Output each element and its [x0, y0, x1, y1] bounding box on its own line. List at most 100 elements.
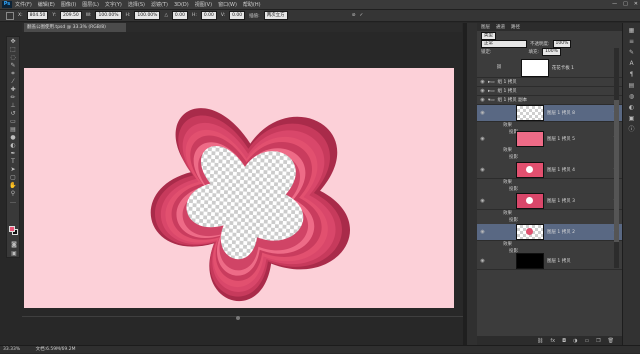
document-tab[interactable]: 翻盖公图使用.tpsd @ 33.3% (RGB/8): [24, 23, 126, 32]
lasso-tool-icon[interactable]: ◌: [8, 54, 18, 61]
layer-group-row[interactable]: ◉ ▸▭ 组 1 拷贝: [477, 87, 622, 96]
blend-mode-select[interactable]: 正常: [481, 40, 527, 48]
reference-point-icon[interactable]: [6, 11, 14, 20]
visibility-eye-icon[interactable]: ◉: [480, 97, 485, 103]
visibility-eye-icon[interactable]: ◉: [480, 110, 485, 116]
layer-row-selected[interactable]: ◉ 图层 1 拷贝 2 fx: [477, 224, 622, 241]
edit-toolbar-icon[interactable]: …: [8, 198, 18, 205]
fx-icon[interactable]: fx: [550, 338, 555, 344]
scrollbar-thumb[interactable]: [236, 316, 240, 320]
brush-tool-icon[interactable]: ✏: [8, 94, 18, 101]
cancel-transform-icon[interactable]: ⊘: [352, 13, 356, 18]
stamp-tool-icon[interactable]: ⊥: [8, 102, 18, 109]
healing-tool-icon[interactable]: ✚: [8, 86, 18, 93]
h-skew-field[interactable]: 0.00: [200, 11, 217, 20]
visibility-eye-icon[interactable]: ◉: [480, 229, 485, 235]
interpolation-select[interactable]: 两次立方: [263, 11, 288, 20]
dodge-tool-icon[interactable]: ◐: [8, 142, 18, 149]
drop-shadow-effect[interactable]: 投影: [477, 217, 622, 224]
tab-layers[interactable]: 图层: [481, 24, 490, 30]
horizontal-scrollbar[interactable]: [22, 316, 470, 317]
close-button[interactable]: ✕: [634, 1, 638, 7]
y-field[interactable]: 209.50: [60, 11, 82, 20]
v-skew-field[interactable]: 0.00: [229, 11, 246, 20]
screen-mode-icon[interactable]: ▣: [9, 250, 19, 257]
tab-channels[interactable]: 通道: [496, 24, 505, 30]
visibility-eye-icon[interactable]: ◉: [480, 136, 485, 142]
menu-type[interactable]: 文字(Y): [105, 1, 122, 8]
layer-row[interactable]: ◉ 图层 1 拷贝: [477, 253, 622, 270]
paragraph-icon[interactable]: ¶: [628, 71, 636, 78]
zoom-level[interactable]: 33.33%: [3, 347, 20, 352]
move-tool-icon[interactable]: ✥: [8, 38, 18, 45]
blur-tool-icon[interactable]: ●: [8, 134, 18, 141]
width-field[interactable]: 100.00%: [95, 11, 122, 20]
layers-scrollbar-thumb[interactable]: [614, 100, 619, 242]
history-icon[interactable]: ▦: [628, 27, 636, 34]
adjustments-icon[interactable]: ◐: [628, 104, 636, 111]
crop-tool-icon[interactable]: ⌗: [8, 70, 18, 77]
path-select-tool-icon[interactable]: ➤: [8, 166, 18, 173]
swatches-icon[interactable]: ▤: [628, 82, 636, 89]
visibility-eye-icon[interactable]: ◉: [480, 79, 485, 85]
brush-preset-icon[interactable]: ✎: [628, 49, 636, 56]
layer-row[interactable]: ◉ 图层 1 拷贝 5 fx: [477, 130, 622, 147]
menu-3d[interactable]: 3D(D): [174, 2, 189, 8]
drop-shadow-effect[interactable]: 投影: [477, 154, 622, 161]
marquee-tool-icon[interactable]: ⬚: [8, 46, 18, 53]
layer-group-row[interactable]: ◉ ▸▭ 组 1 拷贝: [477, 78, 622, 87]
visibility-eye-icon[interactable]: ◉: [480, 258, 485, 264]
trash-icon[interactable]: 🗑: [608, 338, 614, 344]
layer-row[interactable]: ◉ 图层 1 拷贝 4 fx: [477, 162, 622, 179]
menu-select[interactable]: 选择(S): [128, 1, 145, 8]
document-info[interactable]: 文档:6.59M/69.2M: [36, 347, 76, 352]
visibility-eye-icon[interactable]: ◉: [480, 198, 485, 204]
layer-row-selected[interactable]: ◉ 图层 1 拷贝 8 fx: [477, 105, 622, 122]
menu-view[interactable]: 视图(V): [195, 1, 212, 8]
visibility-eye-icon[interactable]: ◉: [480, 167, 485, 173]
drop-shadow-effect[interactable]: 投影: [477, 186, 622, 193]
menu-file[interactable]: 文件(F): [15, 1, 32, 8]
mask-icon[interactable]: ◘: [562, 338, 566, 344]
document-canvas[interactable]: [24, 68, 454, 309]
angle-field[interactable]: 0.00: [171, 11, 188, 20]
type-tool-icon[interactable]: T: [8, 158, 18, 165]
layer-filter-select[interactable]: 类型: [481, 32, 496, 40]
tab-paths[interactable]: 路径: [511, 24, 520, 30]
color-icon[interactable]: ◍: [628, 93, 636, 100]
character-icon[interactable]: A: [628, 60, 636, 67]
minimize-button[interactable]: —: [612, 1, 617, 7]
properties-icon[interactable]: ≡: [628, 38, 636, 45]
menu-window[interactable]: 窗口(W): [218, 1, 237, 8]
adjust-icon[interactable]: ◑: [573, 338, 577, 344]
fill-field[interactable]: 100%: [542, 48, 561, 56]
height-field[interactable]: 100.00%: [134, 11, 161, 20]
link-icon[interactable]: ⛓: [537, 338, 543, 344]
hand-tool-icon[interactable]: ✋: [8, 182, 18, 189]
menu-edit[interactable]: 编辑(E): [38, 1, 55, 8]
gradient-tool-icon[interactable]: ▤: [8, 126, 18, 133]
foreground-color-swatch[interactable]: [9, 226, 15, 232]
layer-group-row[interactable]: ◉ ▾▭ 组 1 拷贝 副本: [477, 96, 622, 105]
zoom-tool-icon[interactable]: ⚲: [8, 190, 18, 197]
new-layer-icon[interactable]: ❐: [596, 338, 600, 344]
menu-image[interactable]: 图像(I): [61, 1, 76, 8]
eyedropper-tool-icon[interactable]: ⁄: [8, 78, 18, 85]
commit-transform-icon[interactable]: ✓: [359, 13, 363, 18]
menu-help[interactable]: 帮助(H): [243, 1, 261, 8]
history-brush-icon[interactable]: ↺: [8, 110, 18, 117]
quick-mask-icon[interactable]: ◙: [9, 241, 19, 248]
menu-layer[interactable]: 图层(L): [82, 1, 99, 8]
eraser-tool-icon[interactable]: ▭: [8, 118, 18, 125]
shape-tool-icon[interactable]: ▢: [8, 174, 18, 181]
layer-row[interactable]: ◉ 图层 1 拷贝 3 fx: [477, 193, 622, 210]
styles-icon[interactable]: ▣: [628, 115, 636, 122]
x-field[interactable]: 804.50: [26, 11, 49, 20]
maximize-button[interactable]: □: [623, 1, 628, 7]
visibility-eye-icon[interactable]: ◉: [480, 88, 485, 94]
menu-filter[interactable]: 滤镜(T): [151, 1, 168, 8]
quick-select-tool-icon[interactable]: ✎: [8, 62, 18, 69]
folder-icon[interactable]: ▭: [584, 338, 589, 344]
info-icon[interactable]: ⓘ: [628, 126, 636, 133]
pen-tool-icon[interactable]: ✒: [8, 150, 18, 157]
